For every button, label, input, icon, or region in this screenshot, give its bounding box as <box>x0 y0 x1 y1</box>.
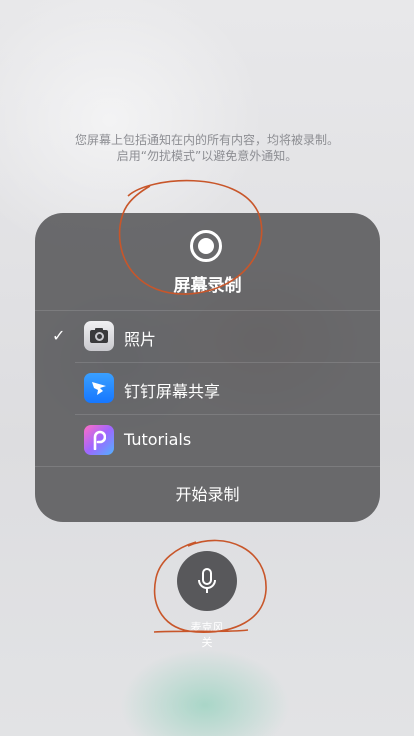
panel-title: 屏幕录制 <box>173 276 242 296</box>
notice-line-1: 您屏幕上包括通知在内的所有内容，均将被录制。 <box>74 133 339 147</box>
option-dingtalk[interactable]: 钉钉屏幕共享 <box>35 363 380 415</box>
option-label: 照片 <box>124 330 157 349</box>
dingtalk-icon <box>84 373 114 403</box>
photos-icon <box>84 321 114 351</box>
option-photos[interactable]: ✓ 照片 <box>35 311 380 363</box>
option-tutorials[interactable]: Tutorials <box>35 415 380 467</box>
recording-notice: 您屏幕上包括通知在内的所有内容，均将被录制。 启用“勿扰模式”以避免意外通知。 <box>0 132 414 164</box>
microphone-label-line-2: 关 <box>201 636 213 649</box>
screen-recording-panel: 屏幕录制 ✓ 照片 钉钉屏幕共享 Tutorials 开始录制 <box>35 213 380 522</box>
checkmark-icon: ✓ <box>52 326 66 345</box>
picsart-icon <box>84 425 114 455</box>
microphone-button[interactable] <box>177 551 237 611</box>
option-label: 钉钉屏幕共享 <box>124 382 221 401</box>
panel-header: 屏幕录制 <box>35 213 380 311</box>
microphone-label: 麦克风 关 <box>157 620 257 650</box>
notice-line-2: 启用“勿扰模式”以避免意外通知。 <box>116 149 298 163</box>
microphone-label-line-1: 麦克风 <box>190 621 224 634</box>
record-icon <box>190 230 222 262</box>
option-label: Tutorials <box>124 430 192 449</box>
microphone-icon <box>198 568 216 593</box>
start-recording-button[interactable]: 开始录制 <box>35 466 380 522</box>
